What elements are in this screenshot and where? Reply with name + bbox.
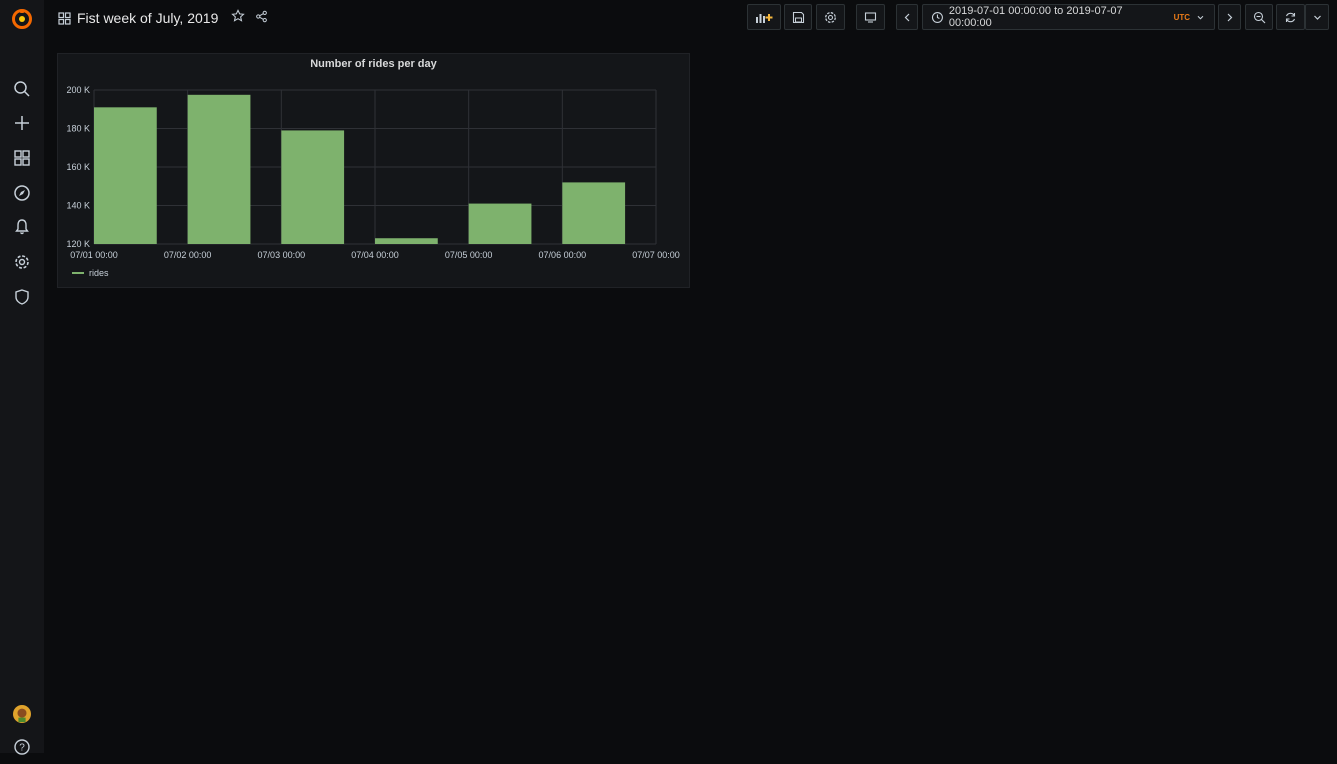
dashboard-title-link[interactable]: Fist week of July, 2019 [58, 7, 218, 29]
refresh-button[interactable] [1276, 4, 1305, 30]
save-icon [792, 11, 804, 23]
graph-panel[interactable]: Number of rides per day 200 K 180 K 160 K1… [57, 53, 690, 288]
x-tick-label: 07/03 00:00 [258, 250, 306, 260]
explore-icon[interactable] [0, 176, 44, 210]
star-icon[interactable] [230, 8, 246, 24]
x-tick-label: 07/04 00:00 [351, 250, 399, 260]
bar-rides-4 [375, 238, 438, 244]
x-tick-label: 07/07 00:00 [632, 250, 680, 260]
save-dashboard-button[interactable] [784, 4, 812, 30]
dashboard-title: Fist week of July, 2019 [77, 10, 219, 26]
refresh-icon [1285, 12, 1296, 22]
y-tick-label: 180 K [66, 124, 90, 134]
y-tick-label: 120 K [66, 239, 90, 249]
chevron-down-icon [1197, 15, 1204, 19]
settings-icon [825, 11, 836, 23]
legend-swatch [72, 272, 84, 274]
legend-label: rides [89, 268, 109, 278]
svg-text:?: ? [19, 743, 25, 754]
top-navbar: Fist week of July, 2019 2019-07-01 00:00… [44, 0, 1337, 36]
bar-rides-1 [94, 107, 157, 244]
y-tick-label: 200 K [66, 85, 90, 95]
y-tick-label: 160 K [66, 162, 90, 172]
alerting-icon[interactable] [0, 210, 44, 244]
y-tick-label: 140 K [66, 201, 90, 211]
server-admin-icon[interactable] [0, 280, 44, 314]
dashboards-icon[interactable] [0, 141, 44, 175]
x-tick-label: 07/01 00:00 [70, 250, 118, 260]
time-range-label: 2019-07-01 00:00:00 to 2019-07-07 00:00:… [948, 5, 1123, 29]
time-back-icon [904, 13, 909, 21]
plus-icon[interactable] [0, 106, 44, 140]
configuration-icon[interactable] [0, 245, 44, 279]
timezone-badge: UTC [1173, 12, 1191, 22]
time-shift-back-button[interactable] [896, 4, 918, 30]
x-tick-label: 07/02 00:00 [164, 250, 212, 260]
zoom-out-button[interactable] [1245, 4, 1273, 30]
dashboard-settings-button[interactable] [816, 4, 845, 30]
dashboard-grid-icon [58, 11, 71, 25]
refresh-interval-chevron-icon [1313, 15, 1321, 20]
bar-rides-2 [187, 94, 251, 244]
refresh-interval-button[interactable] [1305, 4, 1329, 30]
bar-chart: 200 K 180 K 160 K 140 K 120 K07/01 00:00 07/0… [66, 85, 680, 260]
time-range-picker[interactable]: 2019-07-01 00:00:00 to 2019-07-07 00:00:… [922, 4, 1215, 30]
zoom-out-icon [1253, 11, 1265, 23]
sidebar: ? [0, 0, 44, 755]
bar-rides-5 [468, 203, 532, 244]
tv-mode-icon [864, 11, 877, 23]
x-tick-label: 07/05 00:00 [445, 250, 493, 260]
share-icon[interactable] [253, 8, 269, 24]
x-tick-label: 07/06 00:00 [539, 250, 587, 260]
clock-icon [931, 11, 943, 23]
help-icon[interactable]: ? [0, 730, 44, 764]
bar-rides-6 [562, 182, 626, 244]
legend-item-rides[interactable]: rides [72, 268, 109, 278]
user-avatar[interactable] [0, 697, 44, 731]
add-panel-icon [756, 13, 773, 23]
search-icon[interactable] [0, 72, 44, 106]
tv-mode-button[interactable] [856, 4, 885, 30]
bar-rides-3 [281, 130, 345, 244]
time-shift-forward-button[interactable] [1218, 4, 1241, 30]
add-panel-button[interactable] [747, 4, 781, 30]
grafana-logo-icon[interactable] [0, 2, 44, 36]
time-forward-icon [1227, 13, 1233, 21]
